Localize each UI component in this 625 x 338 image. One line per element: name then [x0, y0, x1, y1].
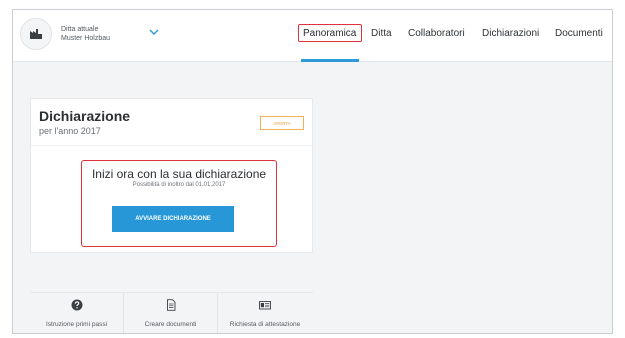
quick-actions: Istruzione primi passi Creare documenti …	[30, 292, 313, 333]
action-label: Richiesta di attestazione	[229, 321, 301, 328]
app-window: Ditta attuale Muster Holzbau Panoramica …	[12, 9, 613, 334]
card-title: Dichiarazione	[39, 108, 131, 124]
status-badge: APERTA	[260, 116, 304, 130]
action-label: Istruzione primi passi	[45, 321, 108, 328]
id-card-icon	[259, 301, 271, 310]
company-name: Muster Holzbau	[61, 35, 111, 42]
card-subtitle: per l'anno 2017	[39, 126, 101, 136]
start-declaration-panel: Inizi ora con la sua dichiarazione Possi…	[81, 160, 277, 247]
tab-ditta[interactable]: Ditta	[371, 28, 392, 39]
tab-documenti[interactable]: Documenti	[555, 28, 603, 39]
chevron-down-icon[interactable]	[149, 29, 159, 36]
tab-panoramica[interactable]: Panoramica	[303, 28, 356, 39]
tab-dichiarazioni[interactable]: Dichiarazioni	[482, 28, 539, 39]
document-icon	[166, 299, 175, 311]
action-create-documents[interactable]: Creare documenti	[124, 293, 218, 333]
company-label: Ditta attuale	[61, 26, 99, 33]
action-getting-started[interactable]: Istruzione primi passi	[30, 293, 124, 333]
company-switcher[interactable]: Ditta attuale Muster Holzbau	[20, 18, 110, 50]
top-bar: Ditta attuale Muster Holzbau Panoramica …	[13, 10, 612, 62]
active-tab-indicator	[301, 59, 359, 62]
tab-collaboratori[interactable]: Collaboratori	[408, 28, 465, 39]
declaration-card: Dichiarazione per l'anno 2017 APERTA Ini…	[30, 98, 313, 253]
help-circle-icon	[71, 299, 82, 311]
action-label: Creare documenti	[144, 321, 197, 328]
start-declaration-button[interactable]: AVVIARE DICHIARAZIONE	[112, 206, 234, 232]
factory-icon	[20, 18, 52, 50]
divider	[31, 145, 312, 146]
action-request-certificate[interactable]: Richiesta di attestazione	[218, 293, 312, 333]
cta-subtitle: Possibilità di inoltro dal 01.01.2017	[132, 182, 226, 188]
cta-title: Inizi ora con la sua dichiarazione	[91, 167, 267, 181]
